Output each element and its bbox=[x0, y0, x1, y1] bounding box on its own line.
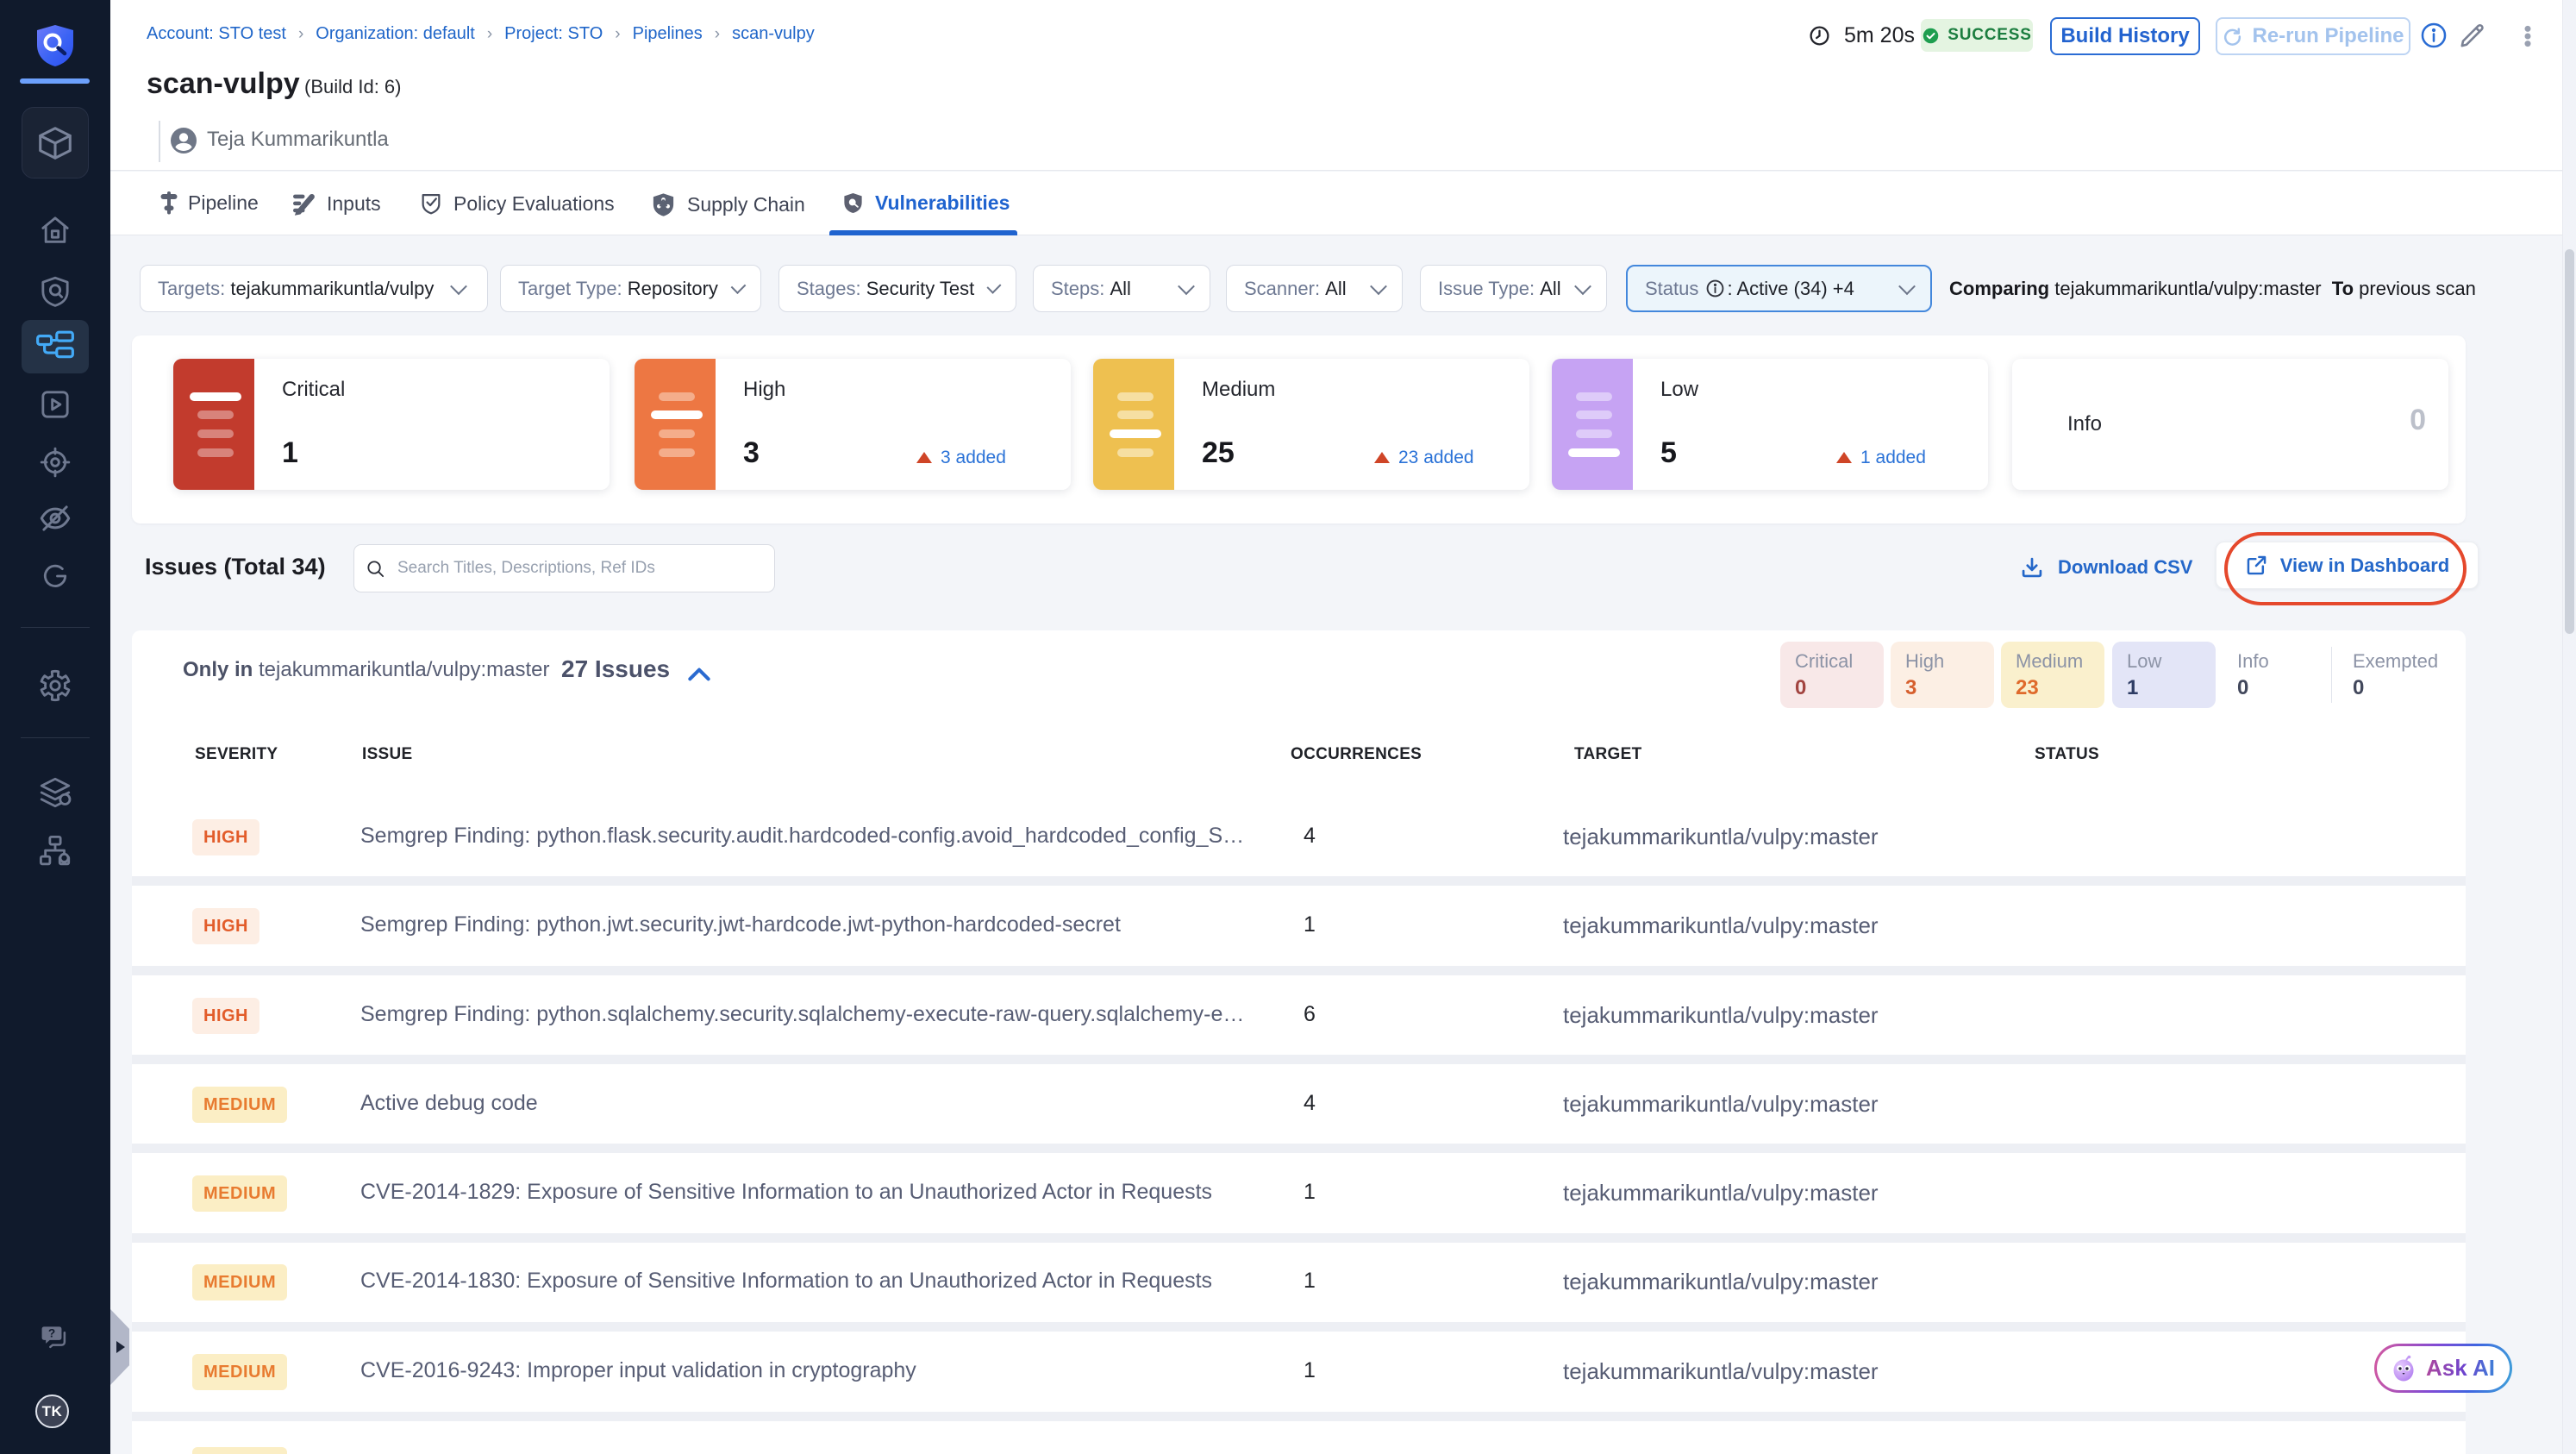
svg-text:?: ? bbox=[48, 1326, 55, 1339]
